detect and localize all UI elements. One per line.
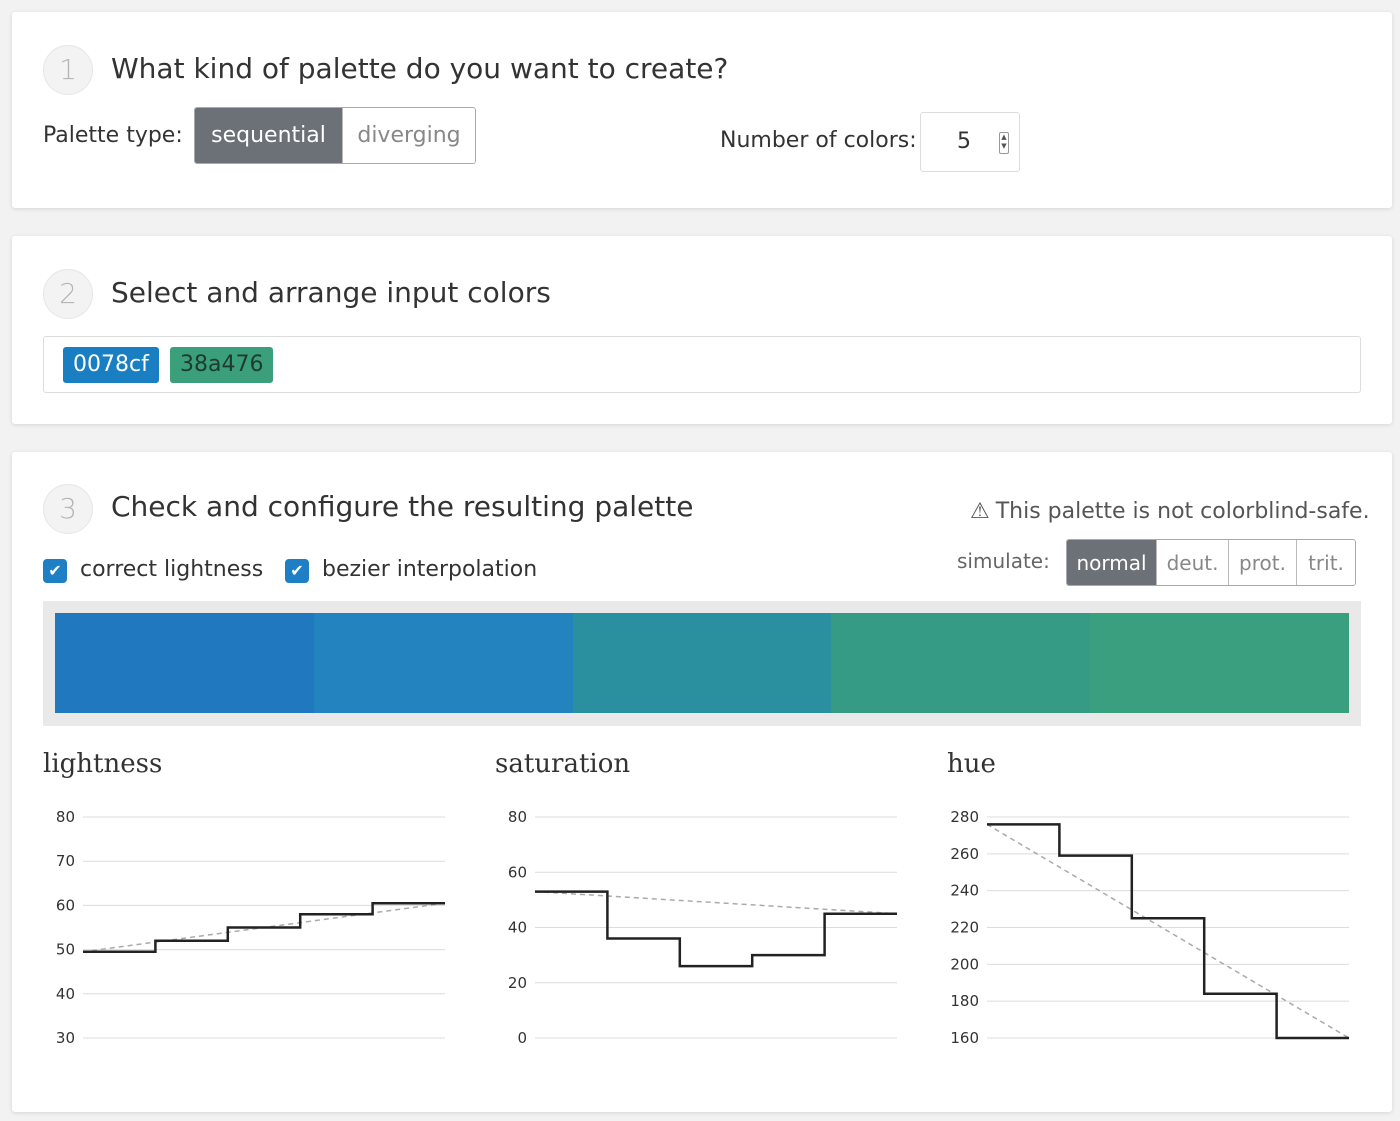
step-number-3: 3 bbox=[43, 484, 93, 534]
step-title-2: Select and arrange input colors bbox=[111, 276, 551, 309]
palette-swatch[interactable] bbox=[572, 613, 832, 713]
colorblind-warning-text: This palette is not colorblind-safe. bbox=[995, 499, 1370, 524]
simulate-prot[interactable]: prot. bbox=[1229, 540, 1297, 585]
color-chip[interactable]: 38a476 bbox=[170, 347, 274, 383]
lightness-title: lightness bbox=[43, 749, 163, 779]
bezier-interpolation-label[interactable]: bezier interpolation bbox=[322, 557, 537, 582]
colorblind-warning: ⚠ This palette is not colorblind-safe. bbox=[970, 499, 1370, 524]
palette-swatch[interactable] bbox=[313, 613, 573, 713]
y-tick-label: 160 bbox=[950, 1029, 979, 1047]
simulate-trit[interactable]: trit. bbox=[1297, 540, 1355, 585]
simulate-label: simulate: bbox=[957, 549, 1050, 573]
y-tick-label: 30 bbox=[56, 1029, 75, 1047]
step-number-2: 2 bbox=[43, 269, 93, 319]
simulate-deut[interactable]: deut. bbox=[1157, 540, 1229, 585]
step-title-1: What kind of palette do you want to crea… bbox=[111, 52, 729, 85]
palette-type-sequential[interactable]: sequential bbox=[195, 108, 343, 163]
y-tick-label: 80 bbox=[508, 808, 527, 826]
y-tick-label: 40 bbox=[508, 919, 527, 937]
result-palette-card: 3 Check and configure the resulting pale… bbox=[12, 452, 1392, 1112]
num-colors-label: Number of colors: bbox=[720, 128, 917, 153]
y-tick-label: 280 bbox=[950, 808, 979, 826]
input-colors-field[interactable]: 0078cf 38a476 bbox=[43, 336, 1361, 393]
color-chip[interactable]: 0078cf bbox=[63, 347, 159, 383]
y-tick-label: 60 bbox=[56, 896, 75, 914]
saturation-title: saturation bbox=[495, 749, 631, 779]
palette-type-toggle: sequential diverging bbox=[194, 107, 476, 164]
hue-chart: 280 260 240 220 200 180 160 bbox=[950, 808, 1350, 1047]
y-tick-label: 240 bbox=[950, 882, 979, 900]
step-number-1: 1 bbox=[43, 45, 93, 95]
lightness-chart: 80 70 60 50 40 30 bbox=[56, 808, 446, 1047]
num-colors-input[interactable]: 5 ▲ ▼ bbox=[920, 112, 1020, 172]
palette-type-diverging[interactable]: diverging bbox=[343, 108, 475, 163]
num-colors-value: 5 bbox=[957, 129, 971, 154]
reference-line bbox=[534, 890, 898, 915]
palette-swatch[interactable] bbox=[55, 613, 314, 713]
reference-line bbox=[986, 823, 1350, 1039]
y-tick-label: 40 bbox=[56, 985, 75, 1003]
palette-type-label: Palette type: bbox=[43, 123, 183, 148]
simulate-normal[interactable]: normal bbox=[1067, 540, 1157, 585]
spinner-arrows-icon[interactable]: ▲ ▼ bbox=[999, 132, 1009, 154]
palette-type-card: 1 What kind of palette do you want to cr… bbox=[12, 12, 1392, 208]
input-colors-card: 2 Select and arrange input colors 0078cf… bbox=[12, 236, 1392, 424]
correct-lightness-checkbox[interactable]: ✔ bbox=[43, 559, 67, 583]
y-tick-label: 80 bbox=[56, 808, 75, 826]
palette-swatches bbox=[55, 613, 1349, 713]
hue-title: hue bbox=[947, 749, 996, 779]
saturation-chart: 80 60 40 20 0 bbox=[508, 808, 898, 1047]
y-tick-label: 50 bbox=[56, 941, 75, 959]
warning-icon: ⚠ bbox=[970, 499, 990, 524]
y-tick-label: 180 bbox=[950, 992, 979, 1010]
palette-swatch[interactable] bbox=[831, 613, 1091, 713]
y-tick-label: 220 bbox=[950, 919, 979, 937]
y-tick-label: 0 bbox=[517, 1029, 527, 1047]
y-tick-label: 20 bbox=[508, 974, 527, 992]
y-tick-label: 200 bbox=[950, 955, 979, 973]
correct-lightness-label[interactable]: correct lightness bbox=[80, 557, 263, 582]
simulate-toggle: normal deut. prot. trit. bbox=[1066, 539, 1356, 586]
bezier-interpolation-checkbox[interactable]: ✔ bbox=[285, 559, 309, 583]
step-title-3: Check and configure the resulting palett… bbox=[111, 490, 694, 523]
y-tick-label: 60 bbox=[508, 863, 527, 881]
y-tick-label: 260 bbox=[950, 845, 979, 863]
palette-swatch[interactable] bbox=[1090, 613, 1349, 713]
y-tick-label: 70 bbox=[56, 852, 75, 870]
palette-preview bbox=[43, 601, 1361, 726]
